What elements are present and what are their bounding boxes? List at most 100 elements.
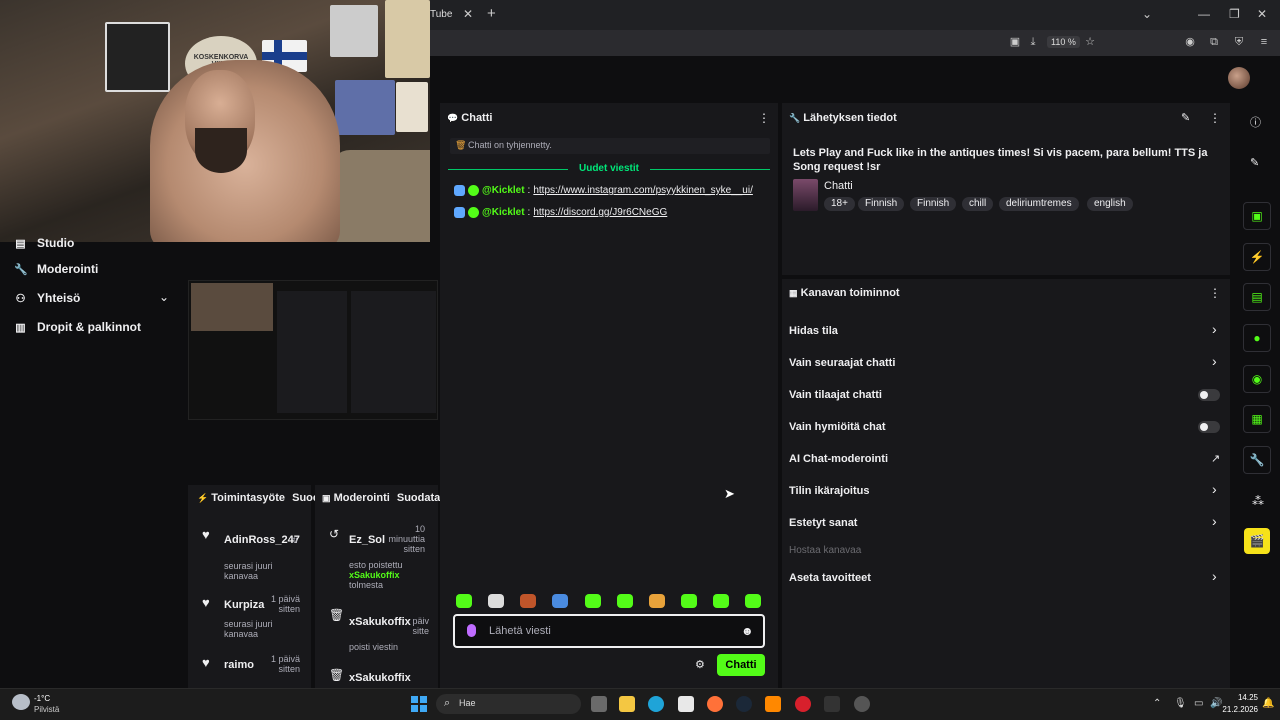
shield-extension-icon[interactable]: ⛨	[1232, 35, 1246, 49]
edge-icon[interactable]	[648, 696, 664, 712]
layout-icon[interactable]: ▦	[1243, 405, 1271, 433]
wall-picture	[330, 5, 378, 57]
taskbar-search[interactable]: ⌕ Hae	[436, 694, 581, 714]
weather-cloud-icon[interactable]	[12, 694, 30, 710]
document-icon[interactable]: ▤	[1243, 283, 1271, 311]
display-icon[interactable]: ▭	[1194, 698, 1203, 709]
emote-icon[interactable]	[585, 594, 601, 608]
minimize-icon[interactable]: —	[1198, 7, 1210, 21]
account-icon[interactable]: ◉	[1183, 35, 1197, 49]
action-followers-only[interactable]: Vain seuraajat chatti	[789, 357, 895, 369]
info-icon[interactable]: ⓘ	[1250, 114, 1261, 130]
wrench-icon[interactable]: 🔧	[1243, 446, 1271, 474]
emote-icon[interactable]	[552, 594, 568, 608]
stream-info-menu-icon[interactable]: ⋮	[1209, 111, 1221, 125]
windows-start-icon[interactable]	[411, 696, 427, 712]
microphone-icon[interactable]: 🎙	[1174, 698, 1187, 709]
share-icon[interactable]: ⁂	[1252, 494, 1264, 508]
edit-pencil-icon[interactable]: ✎	[1181, 111, 1190, 124]
clock-time[interactable]: 14.25	[1230, 693, 1258, 702]
new-tab-icon[interactable]: +	[487, 5, 496, 22]
chevron-down-icon[interactable]: ⌄	[159, 290, 169, 304]
vlc-icon[interactable]	[765, 696, 781, 712]
tag[interactable]: Finnish	[858, 197, 905, 211]
emoji-icon[interactable]: ☻	[741, 624, 754, 638]
gear-icon[interactable]: ⚙	[695, 658, 705, 671]
emote-icon[interactable]	[649, 594, 665, 608]
emote-icon[interactable]	[617, 594, 633, 608]
tag[interactable]: 18+	[824, 197, 855, 211]
notification-bell-icon[interactable]: 🔔	[1262, 698, 1274, 709]
chevron-right-icon[interactable]: ›	[1212, 353, 1217, 369]
stream-preview[interactable]	[188, 280, 438, 420]
store-icon[interactable]	[678, 696, 694, 712]
tag[interactable]: chill	[962, 197, 994, 211]
nav-item-yhteiso[interactable]: ⚇ Yhteisö	[14, 291, 81, 305]
clock-date[interactable]: 21.2.2026	[1216, 705, 1258, 714]
chat-bubble-icon[interactable]: ●	[1243, 324, 1271, 352]
tag[interactable]: deliriumtremes	[999, 197, 1079, 211]
action-set-goals[interactable]: Aseta tavoitteet	[789, 572, 871, 584]
external-link-icon[interactable]: ↗	[1211, 452, 1220, 465]
channel-actions-menu-icon[interactable]: ⋮	[1209, 286, 1221, 300]
bookmark-star-icon[interactable]: ☆	[1083, 35, 1097, 49]
emote-icon[interactable]	[745, 594, 761, 608]
emote-icon[interactable]	[456, 594, 472, 608]
chat-username[interactable]: @Kicklet	[482, 207, 525, 218]
chevron-right-icon[interactable]: ›	[1212, 481, 1217, 497]
file-explorer-icon[interactable]	[619, 696, 635, 712]
tab-list-chevron-icon[interactable]: ⌄	[1142, 7, 1152, 21]
emote-icon[interactable]	[713, 594, 729, 608]
emote-icon[interactable]	[681, 594, 697, 608]
terminal-icon[interactable]	[824, 696, 840, 712]
firefox-icon[interactable]	[707, 696, 723, 712]
mic-icon[interactable]	[467, 624, 476, 637]
chat-menu-icon[interactable]: ⋮	[758, 111, 770, 125]
nav-item-dropit[interactable]: ▥ Dropit & palkinnot	[14, 320, 141, 334]
steam-icon[interactable]	[736, 696, 752, 712]
category-name[interactable]: Chatti	[824, 180, 853, 192]
tab-title[interactable]: Tube	[430, 9, 452, 20]
close-window-icon[interactable]: ✕	[1257, 7, 1267, 21]
action-blocked-words[interactable]: Estetyt sanat	[789, 517, 857, 529]
send-chat-button[interactable]: Chatti	[717, 654, 765, 676]
emote-icon[interactable]	[520, 594, 536, 608]
zoom-level[interactable]: 110 %	[1047, 36, 1080, 48]
nav-item-moderointi[interactable]: 🔧 Moderointi	[14, 262, 98, 276]
broadcast-icon[interactable]: ◉	[1243, 365, 1271, 393]
picture-in-picture-icon[interactable]: ▣	[1008, 35, 1022, 49]
pencil-icon[interactable]: ✎	[1250, 156, 1259, 169]
emote-only-toggle[interactable]	[1198, 421, 1220, 433]
menu-icon[interactable]: ≡	[1257, 35, 1271, 49]
task-view-icon[interactable]	[591, 696, 607, 712]
capture-icon[interactable]: ▣	[1243, 202, 1271, 230]
nav-item-studio[interactable]: ▤ Studio	[14, 236, 74, 250]
extensions-icon[interactable]: ⧉	[1207, 35, 1221, 49]
bolt-icon[interactable]: ⚡	[1243, 243, 1271, 271]
tag[interactable]: Finnish	[910, 197, 957, 211]
opera-icon[interactable]	[795, 696, 811, 712]
action-slow-mode[interactable]: Hidas tila	[789, 325, 838, 337]
weather-temp[interactable]: -1°C	[34, 694, 50, 703]
weather-desc[interactable]: Pilvistä	[34, 705, 59, 714]
category-thumbnail[interactable]	[793, 179, 818, 211]
chevron-right-icon[interactable]: ›	[1212, 568, 1217, 584]
chat-username[interactable]: @Kicklet	[482, 185, 525, 196]
tag[interactable]: english	[1087, 197, 1133, 211]
chat-link[interactable]: https://discord.gg/J9r6CNeGG	[533, 207, 667, 218]
action-ai-moderation[interactable]: AI Chat-moderointi	[789, 453, 888, 465]
clapper-icon[interactable]: 🎬	[1244, 528, 1270, 554]
avatar[interactable]	[1228, 67, 1250, 89]
chevron-right-icon[interactable]: ›	[1212, 321, 1217, 337]
subscribers-only-toggle[interactable]	[1198, 389, 1220, 401]
moderation-filter[interactable]: Suodata	[397, 492, 440, 504]
tab-close-icon[interactable]: ✕	[463, 7, 473, 21]
tray-chevron-icon[interactable]: ⌃	[1153, 698, 1161, 709]
emote-icon[interactable]	[488, 594, 504, 608]
app-icon[interactable]	[854, 696, 870, 712]
download-icon[interactable]: ⤓	[1026, 35, 1040, 49]
chat-link[interactable]: https://www.instagram.com/psyykkinen_syk…	[533, 185, 753, 196]
action-age-restriction[interactable]: Tilin ikärajoitus	[789, 485, 870, 497]
maximize-icon[interactable]: ❐	[1229, 7, 1240, 21]
chevron-right-icon[interactable]: ›	[1212, 513, 1217, 529]
